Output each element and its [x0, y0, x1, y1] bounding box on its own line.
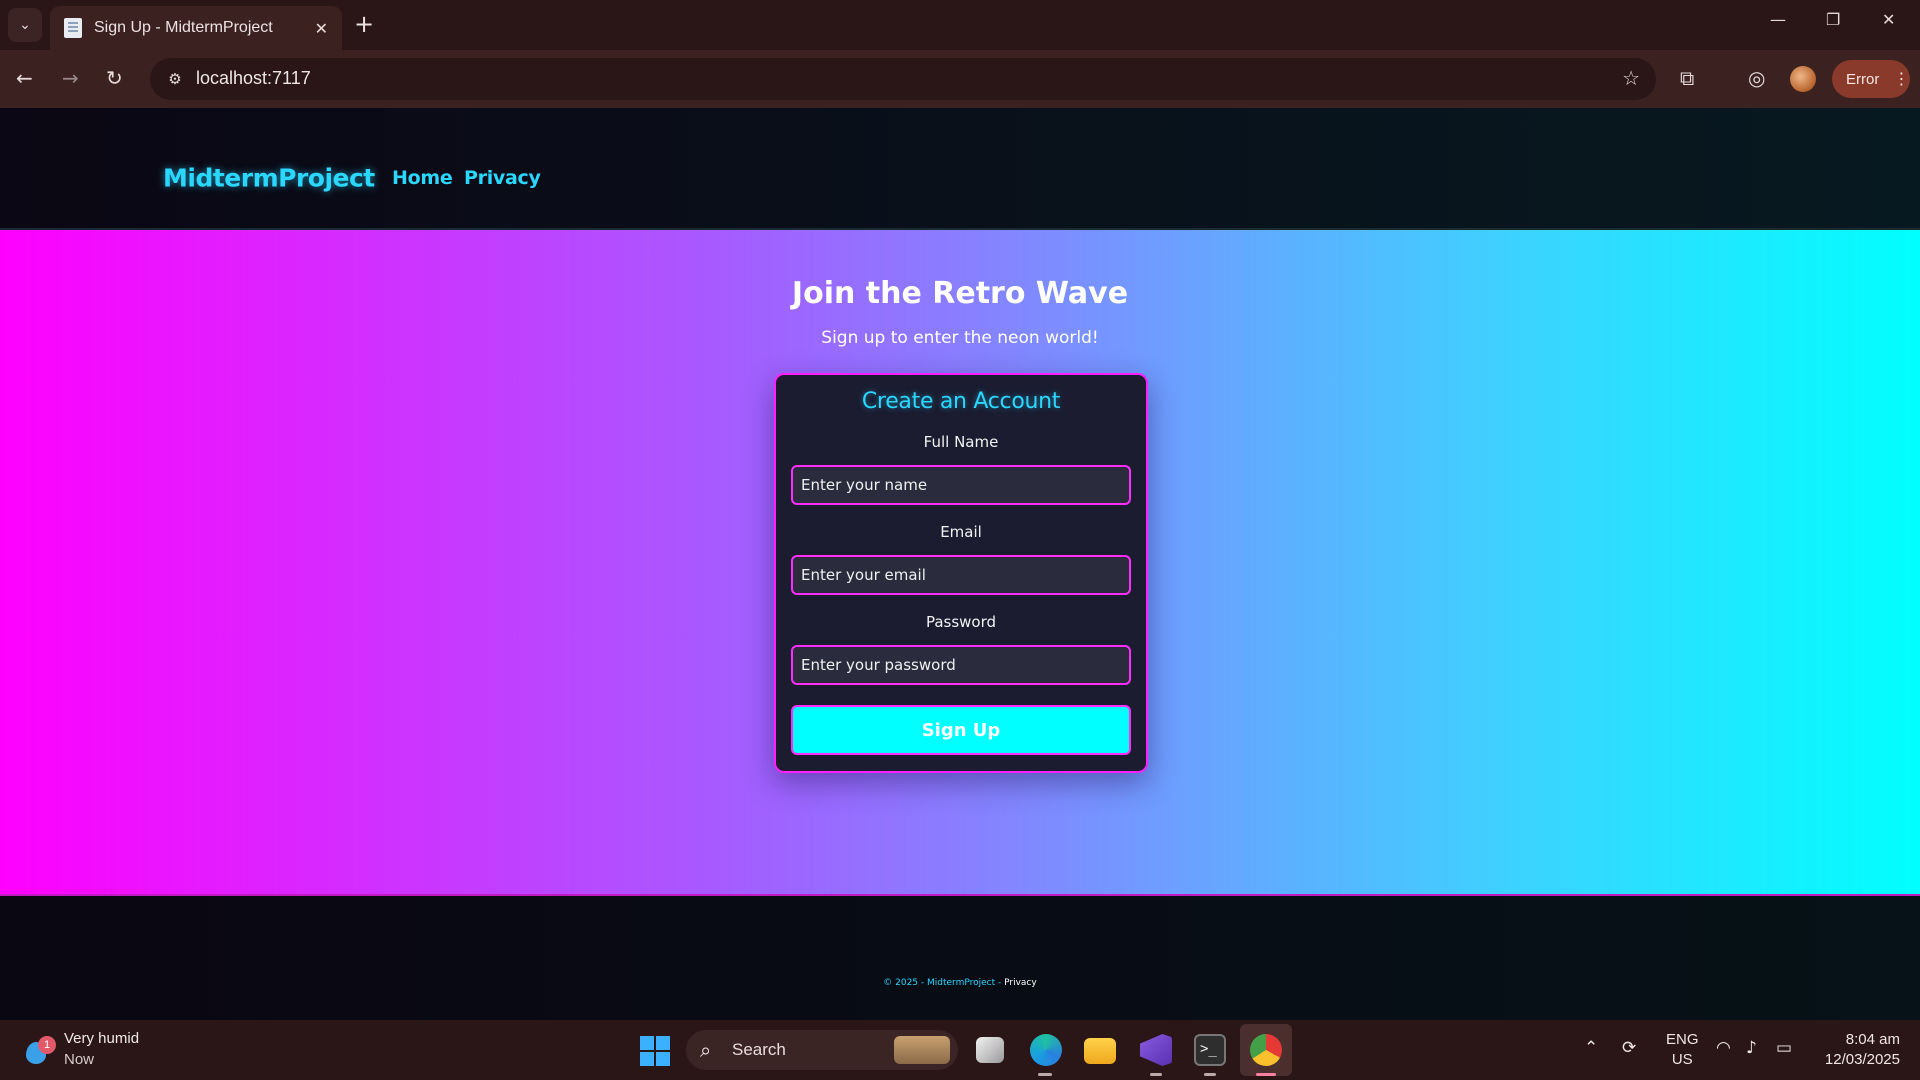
page-title: Join the Retro Wave: [791, 276, 1129, 311]
minimize-icon[interactable]: —: [1770, 10, 1786, 29]
extensions-icon[interactable]: ⧉: [1680, 66, 1694, 90]
password-input[interactable]: [791, 645, 1131, 685]
error-button[interactable]: Error ⋮: [1832, 60, 1910, 98]
tab-title: Sign Up - MidtermProject: [94, 19, 273, 36]
visual-studio-icon[interactable]: [1140, 1034, 1172, 1066]
chevron-up-icon[interactable]: ⌃: [1584, 1038, 1598, 1058]
error-label: Error: [1846, 70, 1880, 88]
form-title: Create an Account: [861, 389, 1061, 414]
profile-avatar[interactable]: [1790, 66, 1816, 92]
volume-icon[interactable]: ♪: [1746, 1038, 1757, 1058]
search-highlight-image: [894, 1036, 950, 1064]
footer-privacy-link[interactable]: Privacy: [1004, 978, 1037, 988]
file-explorer-icon[interactable]: [1084, 1038, 1116, 1064]
weather-subtitle: Now: [64, 1051, 95, 1068]
address-bar[interactable]: ⚙ localhost:7117 ☆: [150, 58, 1656, 100]
footer-text: © 2025 - MidtermProject - Privacy: [0, 978, 1920, 988]
weather-badge: 1: [38, 1036, 56, 1054]
browser-tab-bar: ⌄ Sign Up - MidtermProject ✕ + — ❐ ✕: [0, 0, 1920, 50]
site-footer: © 2025 - MidtermProject - Privacy: [0, 894, 1920, 1020]
browser-tab[interactable]: Sign Up - MidtermProject ✕: [50, 6, 342, 50]
menu-dots-icon[interactable]: ⋮: [1893, 69, 1909, 89]
clock-date: 12/03/2025: [1824, 1051, 1900, 1068]
nav-privacy[interactable]: Privacy: [464, 167, 541, 189]
close-icon[interactable]: ✕: [315, 19, 328, 38]
search-icon: ⌕: [700, 1038, 712, 1062]
sync-icon[interactable]: ⟳: [1622, 1038, 1636, 1058]
clock-time: 8:04 am: [1845, 1031, 1900, 1048]
back-icon[interactable]: ←: [16, 66, 33, 90]
page-subtitle: Sign up to enter the neon world!: [821, 328, 1099, 348]
edge-icon[interactable]: [1030, 1034, 1062, 1066]
lang-line1: ENG: [1666, 1031, 1699, 1048]
language-indicator[interactable]: ENG US: [1666, 1030, 1699, 1070]
weather-icon[interactable]: 1: [24, 1036, 56, 1066]
name-label: Full Name: [923, 433, 999, 451]
search-label: Search: [732, 1040, 786, 1059]
full-name-input[interactable]: [791, 465, 1131, 505]
windows-start-icon[interactable]: [640, 1036, 670, 1066]
chrome-icon[interactable]: [1250, 1034, 1282, 1066]
browser-toolbar: ← → ↻ ⚙ localhost:7117 ☆ ⧉ ◎: [0, 50, 1920, 108]
battery-icon[interactable]: ▭: [1776, 1038, 1792, 1058]
signup-button[interactable]: Sign Up: [791, 705, 1131, 755]
star-icon[interactable]: ☆: [1622, 66, 1640, 90]
plus-icon[interactable]: +: [354, 10, 374, 38]
footer-copyright: © 2025 - MidtermProject -: [883, 978, 1005, 988]
taskbar-search[interactable]: ⌕ Search: [686, 1030, 958, 1070]
password-label: Password: [925, 613, 997, 631]
lang-line2: US: [1671, 1051, 1693, 1068]
windows-taskbar: 1 Very humid Now ⌕ Search >_ ⌃ ⟳ ENG US …: [0, 1020, 1920, 1080]
wifi-icon[interactable]: ◠: [1716, 1038, 1731, 1058]
tab-list-icon[interactable]: ⌄: [8, 8, 42, 42]
window-close-icon[interactable]: ✕: [1882, 10, 1895, 29]
restore-icon[interactable]: ❐: [1826, 10, 1840, 29]
site-header: MidtermProject Home Privacy: [0, 108, 1920, 230]
url-text[interactable]: localhost:7117: [196, 68, 311, 89]
task-view-icon[interactable]: [976, 1037, 1004, 1063]
site-brand[interactable]: MidtermProject: [163, 164, 375, 193]
signup-form: Create an Account Full Name Email Passwo…: [774, 373, 1148, 773]
email-input[interactable]: [791, 555, 1131, 595]
page-favicon: [64, 18, 82, 38]
reload-icon[interactable]: ↻: [106, 66, 123, 90]
signup-hero: Join the Retro Wave Sign up to enter the…: [0, 230, 1920, 894]
nav-home[interactable]: Home: [392, 167, 453, 189]
terminal-icon[interactable]: >_: [1194, 1034, 1226, 1066]
email-label: Email: [940, 523, 982, 541]
clock[interactable]: 8:04 am 12/03/2025: [1816, 1030, 1900, 1070]
forward-icon[interactable]: →: [62, 66, 79, 90]
performance-icon[interactable]: ◎: [1748, 66, 1765, 90]
weather-title[interactable]: Very humid: [64, 1030, 139, 1047]
site-info-icon[interactable]: ⚙: [164, 68, 186, 90]
